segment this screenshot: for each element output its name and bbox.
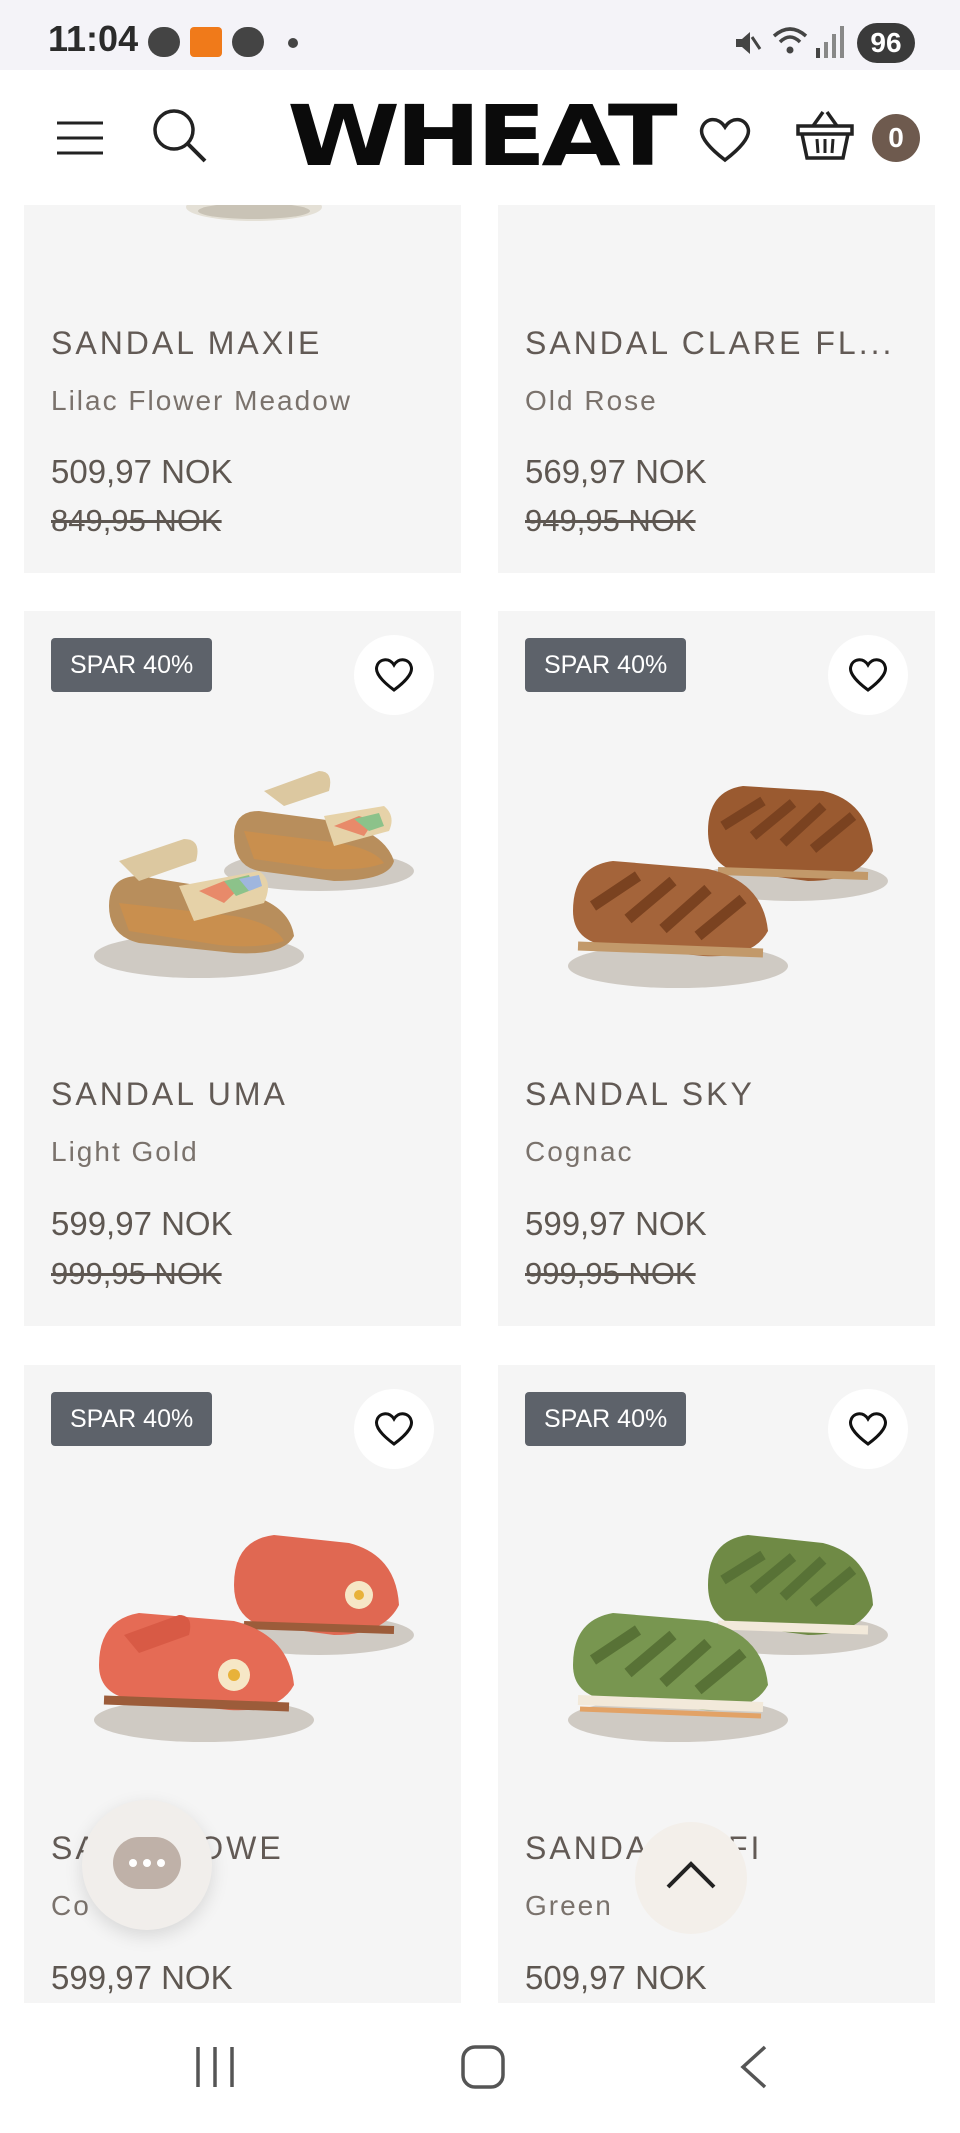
heart-icon bbox=[375, 658, 413, 692]
basket-icon[interactable] bbox=[795, 108, 855, 162]
product-card[interactable]: SANDAL MAXIE Lilac Flower Meadow 509,97 … bbox=[24, 205, 461, 573]
discount-badge: SPAR 40% bbox=[525, 638, 687, 692]
product-old-price: 849,95 NOK bbox=[51, 503, 222, 538]
discount-badge: SPAR 40% bbox=[51, 638, 213, 692]
product-price: 509,97 NOK bbox=[51, 453, 233, 490]
product-color: Lilac Flower Meadow bbox=[51, 385, 352, 416]
recent-apps-icon[interactable] bbox=[190, 2043, 240, 2091]
status-bar: 11:04 96 bbox=[0, 0, 960, 70]
heart-icon bbox=[375, 1412, 413, 1446]
product-color: Cognac bbox=[525, 1136, 634, 1167]
product-card[interactable]: SANDAL CLARE FL... Old Rose 569,97 NOK 9… bbox=[498, 205, 935, 573]
chat-icon bbox=[113, 1837, 181, 1889]
product-color: Green bbox=[525, 1890, 613, 1921]
wheat-logo[interactable]: WHEAT bbox=[254, 94, 705, 178]
product-image bbox=[568, 786, 888, 988]
product-name: SANDAL MAXIE bbox=[51, 325, 323, 361]
product-old-price: 999,95 NOK bbox=[51, 1256, 222, 1291]
discount-badge: SPAR 40% bbox=[525, 1392, 687, 1446]
product-color: Light Gold bbox=[51, 1136, 199, 1167]
product-name: SANDAL CLARE FL... bbox=[525, 325, 895, 361]
product-image bbox=[94, 771, 414, 978]
chevron-up-icon bbox=[666, 1861, 716, 1889]
signal-icon bbox=[816, 26, 844, 58]
product-card[interactable]: SPAR 40% SANDAL SKY Cognac 599,97 NOK 99… bbox=[498, 611, 935, 1326]
product-old-price: 949,95 NOK bbox=[525, 503, 696, 538]
product-color: Co bbox=[51, 1890, 91, 1921]
scroll-to-top-button[interactable] bbox=[635, 1822, 747, 1934]
home-icon[interactable] bbox=[459, 2043, 507, 2091]
heart-icon[interactable] bbox=[698, 116, 752, 164]
product-card[interactable]: SPAR 40% SANDAL UMA Light Gold 599,97 NO… bbox=[24, 611, 461, 1326]
product-price: 599,97 NOK bbox=[51, 1959, 233, 1996]
cart-count-badge[interactable]: 0 bbox=[872, 114, 920, 162]
heart-icon bbox=[849, 658, 887, 692]
product-name: SANDAL SKY bbox=[525, 1076, 755, 1112]
coop-app-icon bbox=[148, 27, 180, 57]
product-card[interactable]: SPAR 40% SA LOWE Co 599,97 NOK bbox=[24, 1365, 461, 2003]
favorite-button[interactable] bbox=[354, 635, 434, 715]
notification-dot bbox=[288, 38, 298, 48]
product-price: 569,97 NOK bbox=[525, 453, 707, 490]
product-color: Old Rose bbox=[525, 385, 658, 416]
product-price: 509,97 NOK bbox=[525, 1959, 707, 1996]
product-image bbox=[94, 1535, 414, 1742]
chat-button[interactable] bbox=[82, 1800, 212, 1930]
site-header: WHEAT 0 bbox=[0, 70, 960, 205]
mute-icon bbox=[736, 32, 762, 54]
favorite-button[interactable] bbox=[828, 635, 908, 715]
product-image bbox=[568, 1535, 888, 1742]
favorite-button[interactable] bbox=[354, 1389, 434, 1469]
back-icon[interactable] bbox=[735, 2043, 771, 2091]
system-nav-bar bbox=[0, 2003, 960, 2133]
status-time: 11:04 bbox=[48, 18, 139, 59]
battery-indicator: 96 bbox=[857, 23, 915, 63]
messenger-app-icon bbox=[232, 27, 264, 57]
product-price: 599,97 NOK bbox=[525, 1205, 707, 1242]
product-name: SANDAL UMA bbox=[51, 1076, 288, 1112]
product-price: 599,97 NOK bbox=[51, 1205, 233, 1242]
wifi-icon bbox=[772, 27, 808, 54]
menu-icon[interactable] bbox=[55, 120, 105, 156]
discount-badge: SPAR 40% bbox=[51, 1392, 213, 1446]
favorite-button[interactable] bbox=[828, 1389, 908, 1469]
product-old-price: 999,95 NOK bbox=[525, 1256, 696, 1291]
heart-icon bbox=[849, 1412, 887, 1446]
search-icon[interactable] bbox=[150, 106, 210, 166]
temu-app-icon bbox=[190, 27, 222, 57]
product-image bbox=[186, 205, 322, 221]
